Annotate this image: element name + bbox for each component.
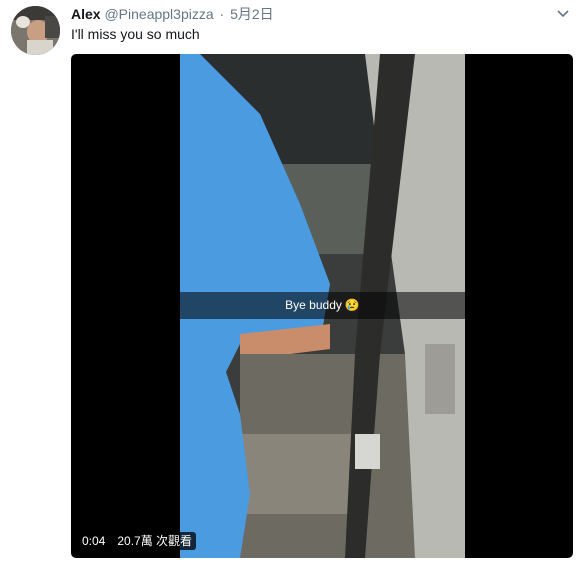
snap-caption-text: Bye buddy bbox=[285, 298, 342, 312]
separator-dot: · bbox=[219, 6, 225, 22]
avatar[interactable] bbox=[11, 6, 60, 55]
crying-face-icon: 😢 bbox=[344, 298, 360, 312]
tweet-date[interactable]: 5月2日 bbox=[230, 6, 274, 22]
tweet-text: I'll miss you so much bbox=[71, 26, 200, 42]
duration-badge: 0:04 bbox=[78, 532, 110, 550]
author-handle[interactable]: @Pineappl3pizza bbox=[104, 6, 213, 22]
tweet-header: Alex @Pineappl3pizza · 5月2日 bbox=[71, 5, 571, 23]
author-name[interactable]: Alex bbox=[71, 6, 101, 22]
video-player[interactable]: Bye buddy 😢 0:04 20.7萬 次觀看 bbox=[71, 54, 573, 558]
avatar-image bbox=[11, 6, 60, 55]
video-frame: Bye buddy 😢 bbox=[180, 54, 465, 558]
video-badges: 0:04 20.7萬 次觀看 bbox=[78, 532, 197, 550]
snap-caption: Bye buddy 😢 bbox=[180, 292, 465, 319]
view-count-badge: 20.7萬 次觀看 bbox=[113, 532, 197, 550]
chevron-down-icon[interactable] bbox=[555, 7, 571, 21]
